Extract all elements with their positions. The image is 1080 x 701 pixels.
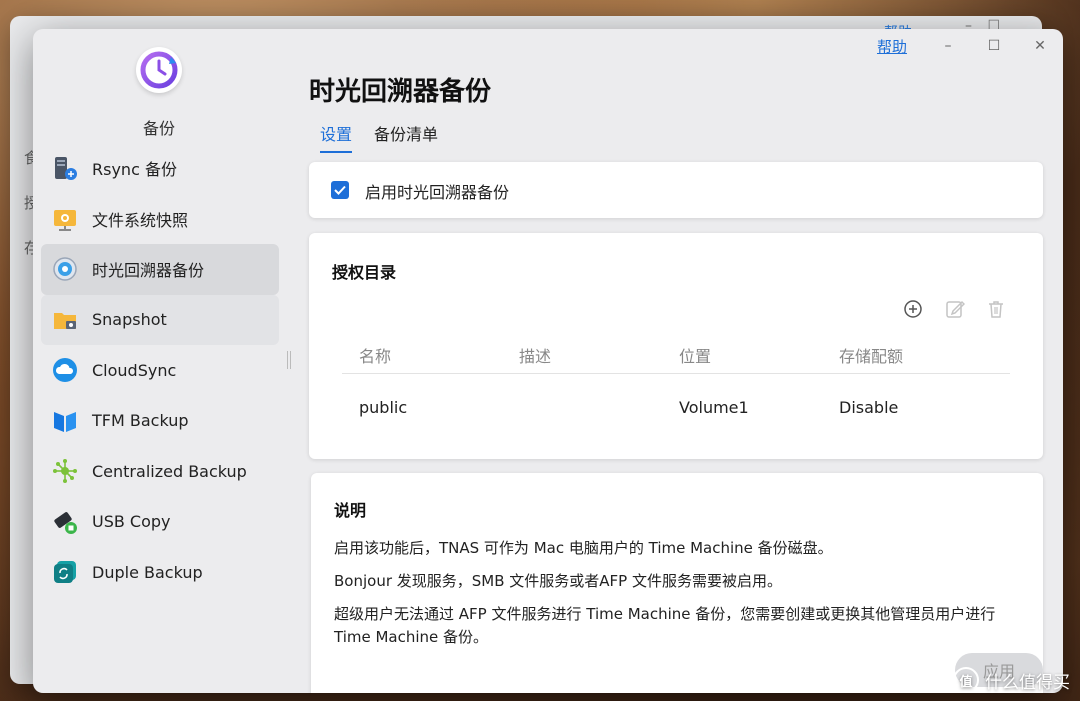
enable-time-machine-checkbox[interactable] xyxy=(331,181,349,199)
sidebar-item-label: Snapshot xyxy=(92,310,167,330)
tab-backup-list[interactable]: 备份清单 xyxy=(374,121,438,153)
cell-name: public xyxy=(359,397,408,417)
filesystem-snapshot-icon xyxy=(51,205,79,233)
sidebar-item-label: 时光回溯器备份 xyxy=(92,261,205,281)
sidebar-item-label: Rsync 备份 xyxy=(92,160,177,180)
sidebar-item-tfm-backup[interactable]: TFM Backup xyxy=(41,396,279,447)
sidebar-item-rsync[interactable]: Rsync 备份 xyxy=(41,143,279,194)
authorized-directories-card: 授权目录 名称 描述 位置 存储配额 public Volume1 Disabl… xyxy=(309,233,1043,459)
column-header-description[interactable]: 描述 xyxy=(502,343,662,367)
time-machine-icon xyxy=(51,255,79,283)
table-row[interactable]: public Volume1 Disable xyxy=(342,374,1010,440)
authorized-directories-table: 名称 描述 位置 存储配额 public Volume1 Disable xyxy=(342,337,1010,440)
sidebar-item-label: Centralized Backup xyxy=(92,461,247,481)
sidebar-item-label: USB Copy xyxy=(92,512,171,532)
add-icon[interactable] xyxy=(901,297,925,321)
tab-settings[interactable]: 设置 xyxy=(320,121,353,153)
enable-time-machine-label: 启用时光回溯器备份 xyxy=(365,183,510,202)
tfm-backup-icon xyxy=(51,407,79,435)
app-title: 备份 xyxy=(142,119,175,138)
sidebar: 备份 Rsync 备份 文件系统快照 时光回溯器备份 Snapshot Clou… xyxy=(33,29,285,693)
watermark-logo-icon: 值 xyxy=(953,667,979,693)
table-header: 名称 描述 位置 存储配额 xyxy=(342,337,1010,374)
sidebar-item-label: Duple Backup xyxy=(92,562,203,582)
sidebar-item-usb-copy[interactable]: USB Copy xyxy=(41,497,279,548)
snapshot-folder-icon xyxy=(51,306,79,334)
sidebar-item-label: 文件系统快照 xyxy=(92,210,189,230)
sidebar-item-time-machine[interactable]: 时光回溯器备份 xyxy=(41,244,279,295)
rsync-server-icon xyxy=(51,154,79,182)
sidebar-item-filesystem-snapshot[interactable]: 文件系统快照 xyxy=(41,194,279,245)
sidebar-item-cloudsync[interactable]: CloudSync xyxy=(41,345,279,396)
sidebar-nav: Rsync 备份 文件系统快照 时光回溯器备份 Snapshot CloudSy… xyxy=(41,143,279,598)
cloud-sync-icon xyxy=(51,356,79,384)
sidebar-resize-handle[interactable] xyxy=(287,351,291,369)
sidebar-item-duple-backup[interactable]: Duple Backup xyxy=(41,547,279,598)
watermark-text: 什么值得买 xyxy=(985,672,1070,693)
checkmark-icon xyxy=(334,185,346,195)
duple-backup-icon xyxy=(51,558,79,586)
tab-bar: 设置 备份清单 xyxy=(320,121,460,153)
column-header-location[interactable]: 位置 xyxy=(662,343,822,367)
info-card: 说明 启用该功能后，TNAS 可作为 Mac 电脑用户的 Time Machin… xyxy=(311,473,1043,693)
sidebar-item-snapshot[interactable]: Snapshot xyxy=(41,294,279,345)
sidebar-item-label: TFM Backup xyxy=(92,411,189,431)
cell-quota: Disable xyxy=(839,397,899,417)
page-title: 时光回溯器备份 xyxy=(309,77,492,107)
usb-copy-icon xyxy=(51,508,79,536)
centralized-backup-icon xyxy=(51,457,79,485)
info-line: 启用该功能后，TNAS 可作为 Mac 电脑用户的 Time Machine 备… xyxy=(334,539,833,557)
cell-location: Volume1 xyxy=(679,397,749,417)
info-line: Bonjour 发现服务，SMB 文件服务或者AFP 文件服务需要被启用。 xyxy=(334,572,782,590)
sidebar-item-centralized-backup[interactable]: Centralized Backup xyxy=(41,446,279,497)
watermark: 值 什么值得买 xyxy=(953,667,1070,693)
enable-card: 启用时光回溯器备份 xyxy=(309,162,1043,218)
edit-icon[interactable] xyxy=(943,297,967,321)
column-header-quota[interactable]: 存储配额 xyxy=(822,343,982,367)
sidebar-item-label: CloudSync xyxy=(92,360,177,380)
backup-app-logo-icon xyxy=(136,47,182,93)
info-line: 超级用户无法通过 AFP 文件服务进行 Time Machine 备份，您需要创… xyxy=(334,605,996,646)
authorized-directories-heading: 授权目录 xyxy=(332,263,397,282)
column-header-name[interactable]: 名称 xyxy=(342,343,502,367)
main-content: 时光回溯器备份 设置 备份清单 启用时光回溯器备份 授权目录 名称 描述 位置 … xyxy=(309,29,1043,693)
backup-app-window: 帮助 – ☐ ✕ 备份 Rsync 备份 文件系统快照 时光回溯器备份 Snap… xyxy=(33,29,1063,693)
info-heading: 说明 xyxy=(334,501,367,520)
delete-icon[interactable] xyxy=(984,297,1008,321)
